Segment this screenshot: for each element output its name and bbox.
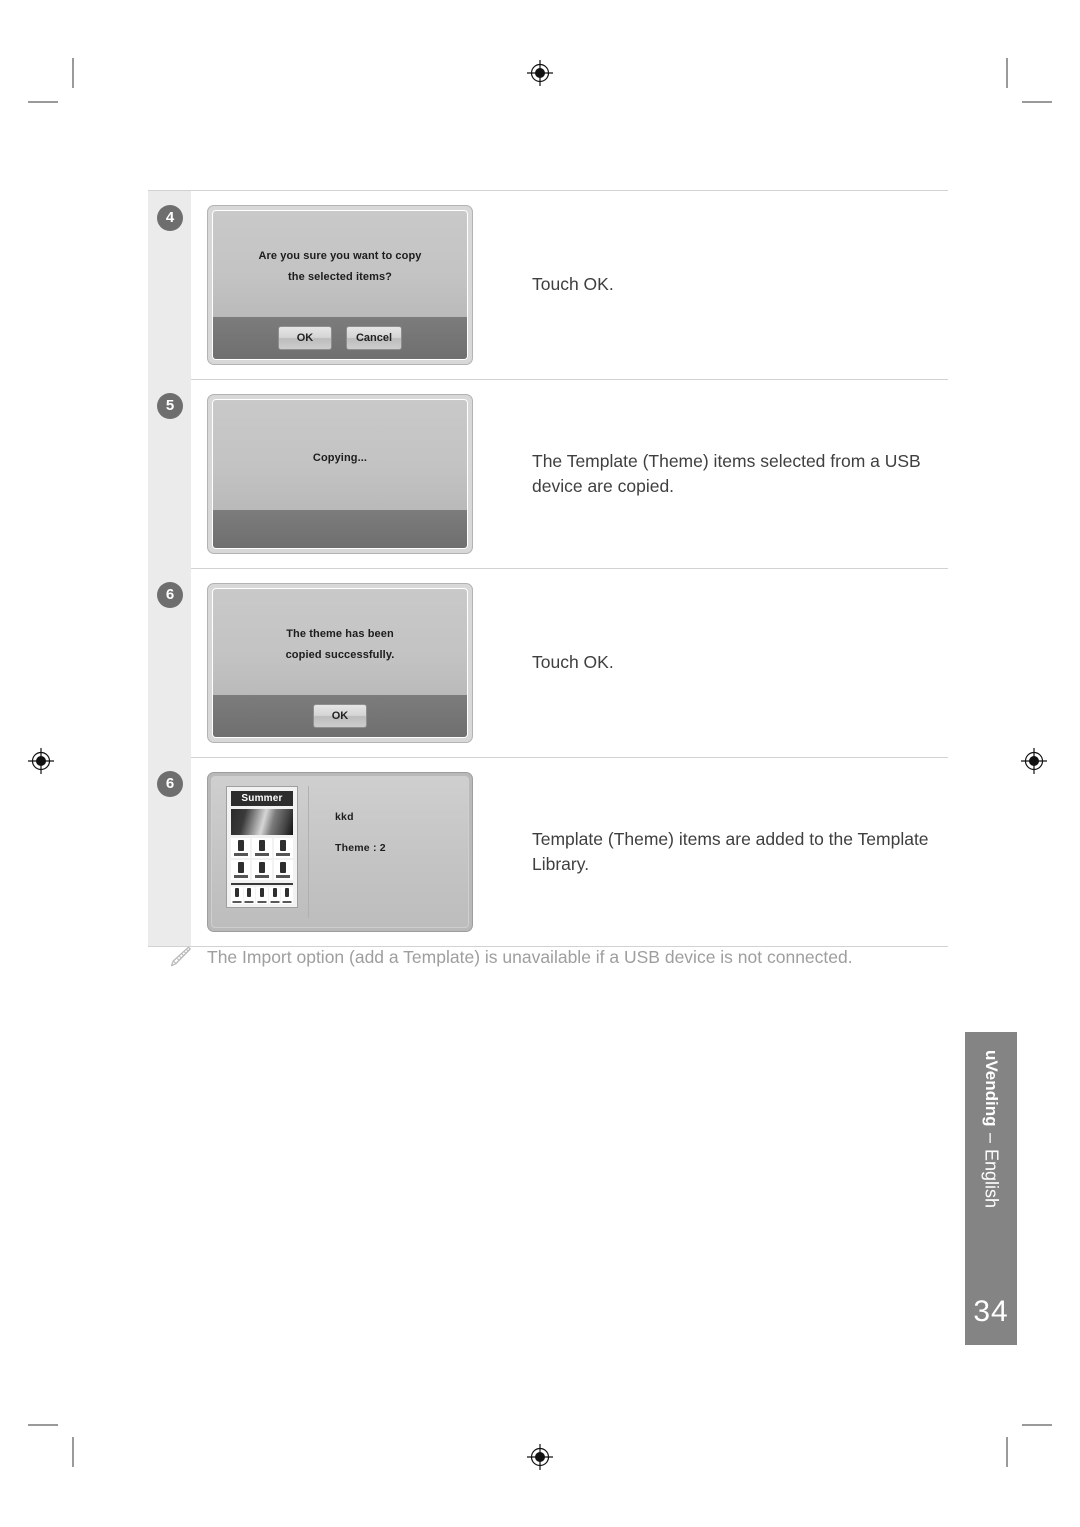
dialog-message-line-1: Copying...: [312, 451, 368, 464]
step-number-cell: 6: [148, 757, 191, 946]
step-number-cell: 4: [148, 191, 191, 379]
dialog-message: Are you sure you want to copy the select…: [213, 211, 467, 317]
ok-button[interactable]: OK: [313, 704, 367, 728]
step-badge: 5: [157, 393, 183, 419]
dialog-message: Copying...: [213, 400, 467, 510]
step-screenshot-cell: Copying...: [191, 380, 487, 568]
side-tab-dash: –: [981, 1132, 1002, 1143]
product-slot-small: [231, 887, 243, 904]
crop-mark-top-right-vertical: [1006, 58, 1008, 88]
template-theme-count: Theme : 2: [335, 842, 386, 854]
table-row: 4 Are you sure you want to copy the sele…: [148, 191, 948, 379]
copy-success-dialog: The theme has been copied successfully. …: [207, 583, 473, 743]
dialog-inner: Are you sure you want to copy the select…: [212, 210, 468, 360]
template-name: kkd: [335, 811, 354, 823]
template-thumbnail-wrapper[interactable]: Summer: [212, 777, 298, 927]
template-library-card: Summer kkd Theme: 2: [207, 772, 473, 932]
step-number-cell: 5: [148, 379, 191, 568]
step-description: The Template (Theme) items selected from…: [532, 450, 921, 496]
ok-button[interactable]: OK: [277, 326, 332, 350]
template-product-grid: [231, 838, 293, 880]
page-number: 34: [973, 1295, 1009, 1328]
step-description-cell: Touch OK.: [487, 191, 948, 379]
step-screenshot-cell: Summer kkd Theme: 2: [191, 758, 487, 946]
product-slot-small: [268, 887, 281, 904]
footnote-text: The Import option (add a Template) is un…: [207, 947, 853, 967]
page-side-tab: uVending – English 34: [965, 1032, 1017, 1345]
copying-progress-dialog: Copying...: [207, 394, 473, 554]
dialog-inner: Summer kkd Theme: 2: [211, 776, 469, 928]
template-hero-image: [231, 809, 293, 835]
step-description: Template (Theme) items are added to the …: [532, 828, 929, 874]
side-tab-language: English: [981, 1148, 1002, 1208]
dialog-message-line-1: The theme has been: [286, 628, 394, 641]
crop-mark-top-right-horizontal: [1022, 101, 1052, 103]
product-slot: [273, 838, 293, 858]
registration-mark-bottom: [527, 1444, 553, 1470]
dialog-inner: The theme has been copied successfully. …: [212, 588, 468, 738]
step-screenshot-cell: The theme has been copied successfully. …: [191, 569, 487, 757]
step-badge: 6: [157, 582, 183, 608]
step-screenshot-cell: Are you sure you want to copy the select…: [191, 191, 487, 379]
dialog-button-bar: [213, 510, 467, 548]
crop-mark-bottom-left-horizontal: [28, 1424, 58, 1426]
product-slot: [231, 838, 251, 858]
crop-mark-bottom-right-horizontal: [1022, 1424, 1052, 1426]
step-badge: 4: [157, 205, 183, 231]
product-slot: [273, 860, 293, 880]
dialog-message-line-1: Are you sure you want to copy: [258, 250, 422, 263]
footnote: The Import option (add a Template) is un…: [168, 944, 928, 970]
table-row: 6 The theme has been copied successfully…: [148, 568, 948, 757]
crop-mark-top-left-horizontal: [28, 101, 58, 103]
dialog-message-line-2: copied successfully.: [285, 649, 395, 661]
dialog-button-bar: OK Cancel: [213, 317, 467, 359]
confirm-copy-dialog: Are you sure you want to copy the select…: [207, 205, 473, 365]
step-description-cell: The Template (Theme) items selected from…: [487, 380, 948, 568]
product-slot-small: [243, 887, 256, 904]
cancel-button[interactable]: Cancel: [345, 326, 403, 350]
registration-mark-top: [527, 60, 553, 86]
product-slot-small: [256, 887, 268, 904]
side-tab-brand: uVending: [982, 1050, 1001, 1127]
registration-mark-right: [1021, 748, 1047, 774]
template-thumbnail-title: Summer: [231, 791, 293, 806]
step-description-cell: Template (Theme) items are added to the …: [487, 758, 948, 946]
product-slot: [252, 860, 272, 880]
template-thumbnail[interactable]: Summer: [226, 786, 298, 908]
product-slot-small: [281, 887, 293, 904]
procedure-steps-table: 4 Are you sure you want to copy the sele…: [148, 190, 948, 947]
pencil-note-icon: [170, 946, 191, 967]
registration-mark-left: [28, 748, 54, 774]
step-description-cell: Touch OK.: [487, 569, 948, 757]
crop-mark-bottom-left-vertical: [72, 1437, 74, 1467]
crop-mark-top-left-vertical: [72, 58, 74, 88]
step-description: Touch OK.: [532, 652, 614, 673]
dialog-inner: Copying...: [212, 399, 468, 549]
table-row: 5 Copying... The Template (Theme) items …: [148, 379, 948, 568]
template-product-strip: [231, 883, 293, 904]
step-badge: 6: [157, 771, 183, 797]
step-description: Touch OK.: [532, 274, 614, 295]
crop-mark-bottom-right-vertical: [1006, 1437, 1008, 1467]
template-metadata: kkd Theme : 2: [309, 777, 468, 927]
product-slot: [252, 838, 272, 858]
dialog-message: The theme has been copied successfully.: [213, 589, 467, 695]
table-row: 6 Summer kkd Theme: 2 Template (Theme) …: [148, 757, 948, 946]
step-number-cell: 6: [148, 568, 191, 757]
dialog-button-bar: OK: [213, 695, 467, 737]
product-slot: [231, 860, 251, 880]
dialog-message-line-2: the selected items?: [288, 271, 392, 283]
